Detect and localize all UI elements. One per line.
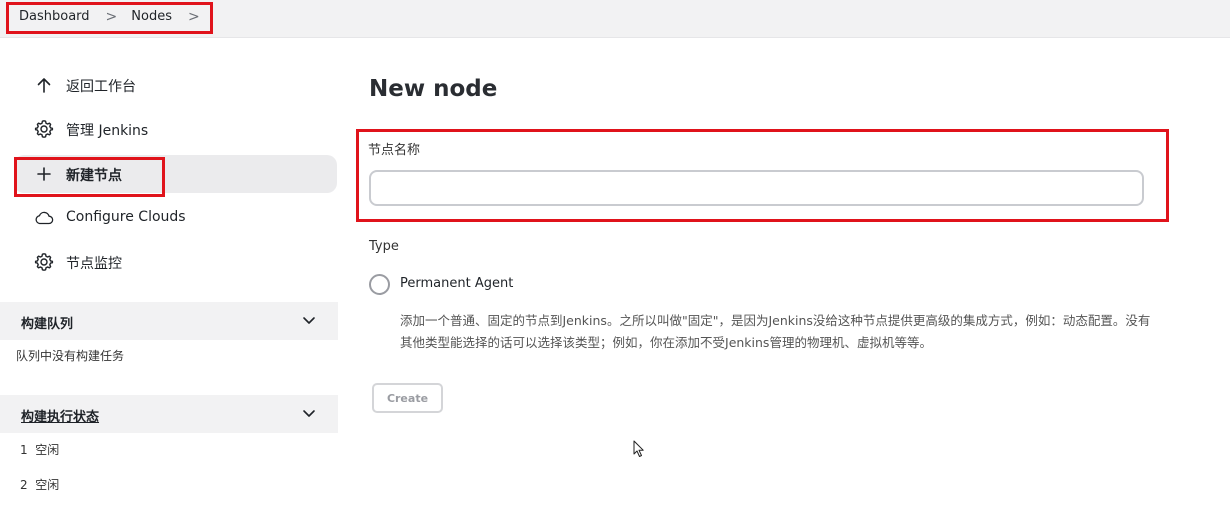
create-button[interactable]: Create bbox=[372, 383, 443, 413]
sidebar-item-label: 节点监控 bbox=[66, 256, 122, 272]
gear-icon bbox=[34, 252, 54, 272]
permanent-agent-label[interactable]: Permanent Agent bbox=[400, 276, 513, 291]
executor-status: 空闲 bbox=[35, 478, 60, 492]
executor-row: 1 空闲 bbox=[20, 441, 59, 458]
chevron-down-icon[interactable] bbox=[300, 404, 318, 422]
build-queue-empty-text: 队列中没有构建任务 bbox=[16, 349, 125, 363]
executor-status: 空闲 bbox=[35, 443, 60, 457]
sidebar-item-node-monitoring[interactable]: 节点监控 bbox=[14, 243, 337, 281]
gear-icon bbox=[34, 119, 54, 139]
chevron-down-icon[interactable] bbox=[300, 311, 318, 329]
highlight-box-new-node bbox=[14, 157, 165, 197]
executor-number: 2 bbox=[20, 478, 28, 492]
sidebar-item-label: Configure Clouds bbox=[66, 209, 186, 225]
build-queue-header[interactable]: 构建队列 bbox=[0, 302, 338, 340]
sidebar-item-configure-clouds[interactable]: Configure Clouds bbox=[14, 199, 337, 237]
executor-row: 2 空闲 bbox=[20, 476, 59, 493]
arrow-up-icon bbox=[34, 75, 54, 95]
executor-number: 1 bbox=[20, 443, 28, 457]
highlight-box-breadcrumb bbox=[6, 2, 213, 34]
mouse-cursor-icon bbox=[633, 440, 645, 458]
permanent-agent-radio[interactable] bbox=[369, 274, 390, 295]
sidebar-item-label: 管理 Jenkins bbox=[66, 123, 149, 139]
page-title: New node bbox=[369, 76, 498, 102]
sidebar-item-manage-jenkins[interactable]: 管理 Jenkins bbox=[14, 110, 337, 148]
executors-title[interactable]: 构建执行状态 bbox=[21, 406, 99, 425]
cloud-icon bbox=[34, 208, 54, 228]
executors-header[interactable]: 构建执行状态 bbox=[0, 395, 338, 433]
build-queue-title: 构建队列 bbox=[21, 317, 74, 332]
sidebar-item-label: 返回工作台 bbox=[66, 79, 136, 95]
highlight-box-node-name bbox=[356, 129, 1169, 222]
sidebar-item-back-to-dashboard[interactable]: 返回工作台 bbox=[14, 66, 337, 104]
permanent-agent-description: 添加一个普通、固定的节点到Jenkins。之所以叫做"固定"，是因为Jenkin… bbox=[400, 313, 1151, 350]
type-label: Type bbox=[369, 239, 399, 254]
